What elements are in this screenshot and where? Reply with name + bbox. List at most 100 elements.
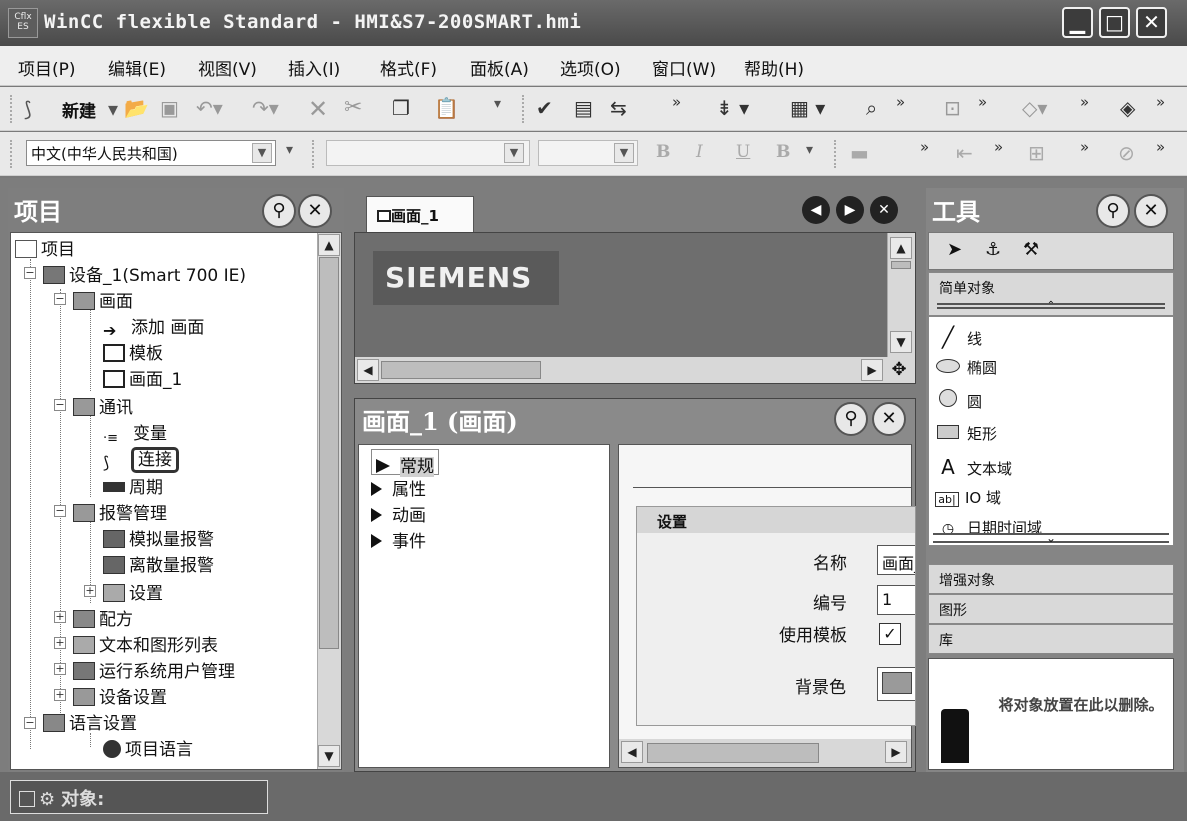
tool-line[interactable]: ╱ 线 (935, 325, 982, 349)
save-icon[interactable]: ▣ (160, 96, 179, 120)
delete-icon[interactable]: ✕ (308, 95, 328, 123)
new-connection-icon[interactable]: ⟆ (24, 97, 32, 121)
tree-item-runtime-user-admin[interactable]: 运行系统用户管理 (73, 657, 235, 682)
check-consistency-icon[interactable]: ✔ (536, 96, 553, 120)
tab-screen-1[interactable]: 画面_1 (366, 196, 474, 232)
chevron-down-icon[interactable]: ▼ (252, 143, 272, 163)
close-panel-icon[interactable]: ✕ (872, 402, 906, 436)
fill-color-icon[interactable]: ◇▾ (1022, 96, 1047, 120)
menu-edit[interactable]: 编辑(E) (108, 55, 166, 80)
expand-toggle[interactable]: + (54, 611, 66, 623)
scroll-up-icon[interactable]: ▲ (318, 234, 340, 256)
menu-view[interactable]: 视图(V) (198, 55, 257, 80)
expand-toggle[interactable]: + (54, 637, 66, 649)
font-name-select[interactable] (326, 140, 530, 166)
download-icon[interactable]: ⇟ ▾ (716, 96, 749, 120)
tree-item-device[interactable]: 设备_1(Smart 700 IE) (43, 261, 246, 286)
tree-item-connections[interactable]: ⟆ 连接 (103, 445, 179, 473)
transfer-icon[interactable]: ⇆ (610, 96, 627, 120)
property-hscroll-thumb[interactable] (647, 743, 819, 763)
tools-icon[interactable]: ⚒ (1023, 239, 1039, 260)
canvas-vscroll-thumb[interactable] (891, 261, 911, 269)
overflow-chevron-icon[interactable]: » (920, 138, 929, 156)
scroll-down-icon[interactable]: ▼ (890, 331, 912, 353)
tree-item-communication[interactable]: 通讯 (73, 393, 133, 418)
redo-icon[interactable]: ↷▾ (252, 96, 279, 120)
tree-item-analog-alarms[interactable]: 模拟量报警 (103, 525, 214, 550)
tree-item-add-screen[interactable]: ➔ 添加 画面 (103, 313, 204, 340)
tree-scroll-thumb[interactable] (319, 257, 339, 649)
expand-down-icon[interactable]: ⌄ (933, 532, 1169, 544)
bold-alt-button[interactable]: B (776, 142, 790, 162)
scroll-up-icon[interactable]: ▲ (890, 237, 912, 259)
tree-item-text-graphic-lists[interactable]: 文本和图形列表 (73, 631, 218, 656)
tool-ellipse[interactable]: 椭圆 (935, 357, 997, 378)
graphics-header[interactable]: 图形 (928, 594, 1174, 624)
expand-toggle[interactable]: + (84, 585, 96, 597)
tree-item-alarm-management[interactable]: 报警管理 (73, 499, 167, 524)
category-animations[interactable]: 动画 (371, 501, 426, 526)
tree-item-screens[interactable]: 画面 (73, 287, 133, 312)
menu-window[interactable]: 窗口(W) (652, 55, 716, 80)
overflow-chevron-icon[interactable]: » (994, 138, 1003, 156)
toolbar-grip[interactable] (834, 140, 838, 168)
name-field[interactable]: 画面_1 (877, 545, 915, 575)
category-general[interactable]: 常规 (371, 449, 439, 477)
close-panel-icon[interactable]: ✕ (1134, 194, 1168, 228)
objects-view-tab[interactable]: ⚙ 对象: (10, 780, 268, 814)
enhanced-objects-header[interactable]: 增强对象 (928, 564, 1174, 594)
edit-icon[interactable]: ⊘ (1118, 141, 1135, 165)
toolbar-grip[interactable] (10, 95, 14, 123)
tree-item-recipes[interactable]: 配方 (73, 605, 133, 630)
screen-canvas[interactable]: SIEMENS ▲ ▼ ◀ ▶ ✥ (354, 232, 916, 384)
close-button[interactable]: ✕ (1136, 7, 1167, 38)
tree-item-cycles[interactable]: 周期 (103, 473, 163, 498)
tree-item-screen-1[interactable]: 画面_1 (103, 365, 182, 390)
chevron-down-icon[interactable]: ▼ (504, 143, 524, 163)
pin-icon[interactable]: ⚲ (1096, 194, 1130, 228)
language-select[interactable]: 中文(中华人民共和国) (26, 140, 276, 166)
tree-item-template[interactable]: 模板 (103, 339, 163, 364)
help-icon[interactable]: ◈ (1120, 96, 1135, 120)
overflow-chevron-icon[interactable]: » (1156, 138, 1165, 156)
collapse-toggle[interactable]: − (24, 717, 36, 729)
tree-item-project-languages[interactable]: 项目语言 (103, 735, 193, 760)
scroll-left-icon[interactable]: ◀ (357, 359, 379, 381)
minimize-button[interactable]: ▁ (1062, 7, 1093, 38)
tab-prev-icon[interactable]: ◀ (802, 196, 830, 224)
tool-circle[interactable]: 圆 (935, 389, 982, 412)
cut-icon[interactable]: ✂ (344, 95, 362, 120)
compile-icon[interactable]: ▤ (574, 96, 593, 120)
menu-insert[interactable]: 插入(I) (288, 55, 340, 80)
toolbar-grip[interactable] (312, 140, 316, 168)
background-color-picker[interactable] (877, 667, 915, 701)
italic-button[interactable]: I (696, 142, 703, 162)
overflow-chevron-icon[interactable]: » (672, 93, 681, 111)
stamp-icon[interactable]: ⚓ (985, 239, 1001, 260)
canvas-hscroll-thumb[interactable] (381, 361, 541, 379)
line-style-icon[interactable]: ⇤ (956, 141, 973, 165)
menu-options[interactable]: 选项(O) (560, 55, 621, 80)
collapse-toggle[interactable]: − (24, 267, 36, 279)
chevron-down-icon[interactable]: ▼ (614, 143, 634, 163)
menu-help[interactable]: 帮助(H) (744, 55, 804, 80)
toolbar-grip[interactable] (10, 140, 14, 168)
tree-item-project[interactable]: 项目 (15, 235, 75, 260)
find-icon[interactable]: ⌕ (866, 96, 877, 120)
new-button[interactable]: 新建 (62, 97, 96, 122)
simple-objects-header[interactable]: 简单对象 ⌃ (928, 272, 1174, 316)
tool-rectangle[interactable]: 矩形 (935, 423, 997, 444)
more-icon[interactable]: ▾ (494, 96, 501, 112)
collapse-toggle[interactable]: − (54, 399, 66, 411)
layout-icon[interactable]: ⊞ (1028, 141, 1045, 165)
collapse-toggle[interactable]: − (54, 293, 66, 305)
underline-button[interactable]: U (736, 142, 750, 162)
tab-next-icon[interactable]: ▶ (836, 196, 864, 224)
more-icon[interactable]: ▾ (286, 142, 293, 158)
overflow-chevron-icon[interactable]: » (1080, 138, 1089, 156)
move-icon[interactable]: ✥ (887, 359, 911, 381)
tree-item-tags[interactable]: ·≡ 变量 (103, 419, 167, 449)
zoom-icon[interactable]: ⊡ (944, 96, 961, 120)
expand-toggle[interactable]: + (54, 663, 66, 675)
tree-item-discrete-alarms[interactable]: 离散量报警 (103, 551, 214, 576)
